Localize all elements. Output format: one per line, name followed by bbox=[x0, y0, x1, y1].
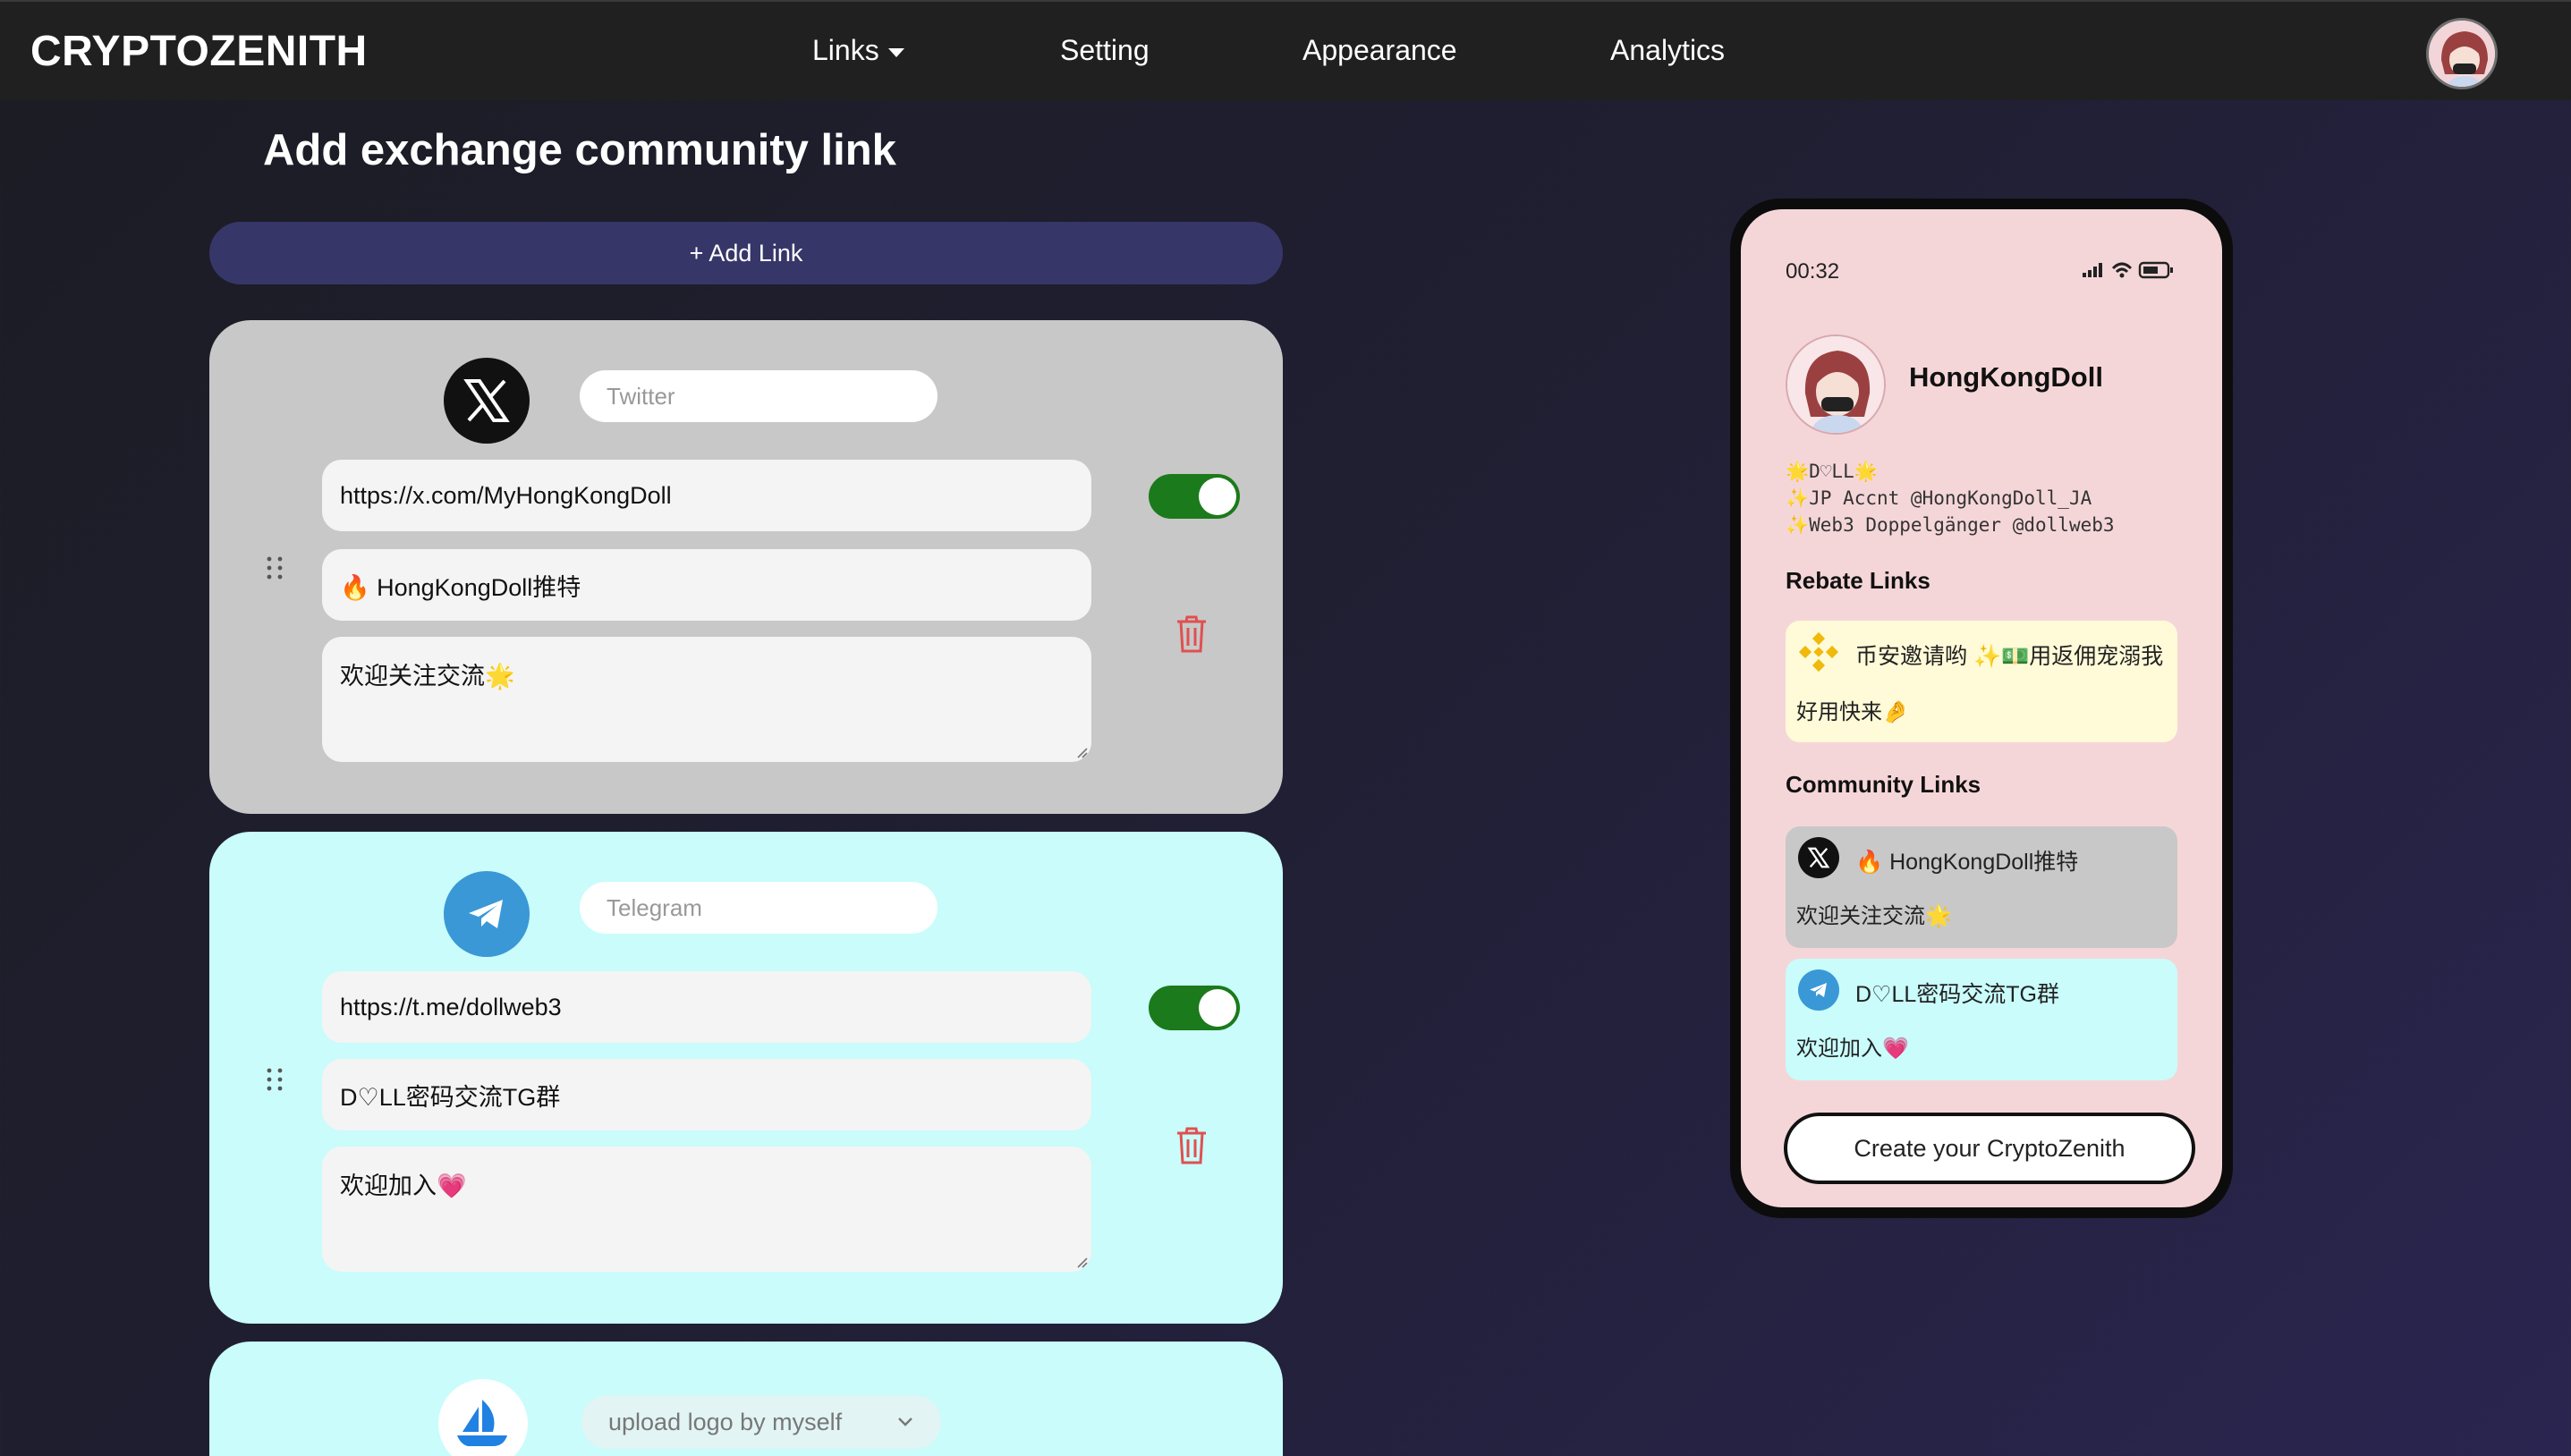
bio-line: ✨Web3 Doppelgänger @dollweb3 bbox=[1786, 514, 2115, 536]
nav-appearance[interactable]: Appearance bbox=[1302, 34, 1457, 67]
link-name-input[interactable]: Telegram bbox=[580, 882, 938, 934]
link-enabled-toggle[interactable] bbox=[1149, 474, 1240, 519]
top-nav: CRYPTOZENITH Links Setting Appearance An… bbox=[0, 0, 2571, 100]
x-logo-icon bbox=[1798, 837, 1839, 878]
telegram-logo-icon bbox=[1798, 969, 1839, 1011]
bio-line: 🌟D♡LL🌟 bbox=[1786, 461, 1878, 482]
page-title: Add exchange community link bbox=[263, 126, 896, 174]
brand-logo[interactable]: CRYPTOZENITH bbox=[30, 27, 368, 76]
community-link-telegram[interactable]: D♡LL密码交流TG群 欢迎加入💗 bbox=[1786, 959, 2177, 1080]
chevron-down-icon bbox=[898, 1418, 912, 1426]
community-links-heading: Community Links bbox=[1786, 771, 1981, 798]
binance-logo-icon bbox=[1798, 631, 1839, 673]
toggle-knob bbox=[1199, 989, 1236, 1027]
profile-username: HongKongDoll bbox=[1909, 361, 2103, 393]
community-link-twitter[interactable]: 🔥 HongKongDoll推特 欢迎关注交流🌟 bbox=[1786, 826, 2177, 948]
link-url-input[interactable]: https://t.me/dollweb3 bbox=[322, 971, 1091, 1043]
opensea-logo-icon[interactable] bbox=[438, 1379, 528, 1456]
community-link-description: 欢迎加入💗 bbox=[1796, 1037, 1909, 1061]
nav-links[interactable]: Links bbox=[812, 34, 904, 67]
rebate-link-title: 币安邀请哟 ✨💵用返佣宠溺我 bbox=[1855, 644, 2164, 669]
community-link-title: D♡LL密码交流TG群 bbox=[1855, 982, 2059, 1007]
phone-screen: 00:32 HongKongDoll 🌟D♡LL🌟 ✨JP Accnt @Hon… bbox=[1741, 209, 2222, 1207]
rebate-links-heading: Rebate Links bbox=[1786, 567, 1930, 594]
x-logo-icon[interactable] bbox=[444, 358, 530, 444]
link-description-text: 欢迎加入💗 bbox=[340, 1172, 467, 1199]
profile-bio: 🌟D♡LL🌟 ✨JP Accnt @HongKongDoll_JA ✨Web3 … bbox=[1786, 458, 2179, 538]
link-description-text: 欢迎关注交流🌟 bbox=[340, 663, 515, 690]
link-enabled-toggle[interactable] bbox=[1149, 986, 1240, 1030]
add-link-button[interactable]: + Add Link bbox=[209, 222, 1283, 284]
trash-icon[interactable] bbox=[1174, 1125, 1209, 1166]
link-card-opensea: upload logo by myself bbox=[209, 1342, 1283, 1456]
chevron-down-icon bbox=[887, 47, 904, 57]
telegram-logo-icon[interactable] bbox=[444, 871, 530, 957]
trash-icon[interactable] bbox=[1174, 614, 1209, 655]
link-name-input[interactable]: Twitter bbox=[580, 370, 938, 422]
nav-analytics[interactable]: Analytics bbox=[1610, 34, 1725, 67]
toggle-knob bbox=[1199, 478, 1236, 515]
link-description-textarea[interactable]: 欢迎关注交流🌟 bbox=[322, 637, 1091, 762]
link-card-telegram: Telegram https://t.me/dollweb3 D♡LL密码交流T… bbox=[209, 832, 1283, 1324]
community-link-title: 🔥 HongKongDoll推特 bbox=[1855, 850, 2079, 875]
link-description-textarea[interactable]: 欢迎加入💗 bbox=[322, 1147, 1091, 1272]
logo-source-select[interactable]: upload logo by myself bbox=[581, 1395, 941, 1449]
phone-preview: 00:32 HongKongDoll 🌟D♡LL🌟 ✨JP Accnt @Hon… bbox=[1730, 199, 2233, 1218]
community-link-description: 欢迎关注交流🌟 bbox=[1796, 904, 1952, 928]
link-card-twitter: Twitter https://x.com/MyHongKongDoll 🔥 H… bbox=[209, 320, 1283, 814]
logo-source-value: upload logo by myself bbox=[608, 1408, 843, 1435]
status-bar-icons bbox=[2083, 261, 2173, 279]
drag-handle-icon[interactable] bbox=[265, 1066, 284, 1093]
resize-handle-icon[interactable] bbox=[1073, 1254, 1088, 1268]
user-avatar[interactable] bbox=[2426, 18, 2498, 89]
link-title-input[interactable]: 🔥 HongKongDoll推特 bbox=[322, 549, 1091, 621]
profile-avatar bbox=[1786, 334, 1886, 435]
nav-setting[interactable]: Setting bbox=[1060, 34, 1150, 67]
resize-handle-icon[interactable] bbox=[1073, 744, 1088, 758]
status-time: 00:32 bbox=[1786, 259, 1840, 284]
link-url-input[interactable]: https://x.com/MyHongKongDoll bbox=[322, 460, 1091, 531]
rebate-link-description: 好用快来🤌 bbox=[1796, 700, 1909, 724]
bio-line: ✨JP Accnt @HongKongDoll_JA bbox=[1786, 487, 2092, 509]
rebate-link-binance[interactable]: 币安邀请哟 ✨💵用返佣宠溺我 好用快来🤌 bbox=[1786, 621, 2177, 742]
drag-handle-icon[interactable] bbox=[265, 554, 284, 581]
create-cryptozenith-button[interactable]: Create your CryptoZenith bbox=[1784, 1113, 2195, 1184]
nav-links-label: Links bbox=[812, 34, 879, 66]
link-title-input[interactable]: D♡LL密码交流TG群 bbox=[322, 1059, 1091, 1130]
